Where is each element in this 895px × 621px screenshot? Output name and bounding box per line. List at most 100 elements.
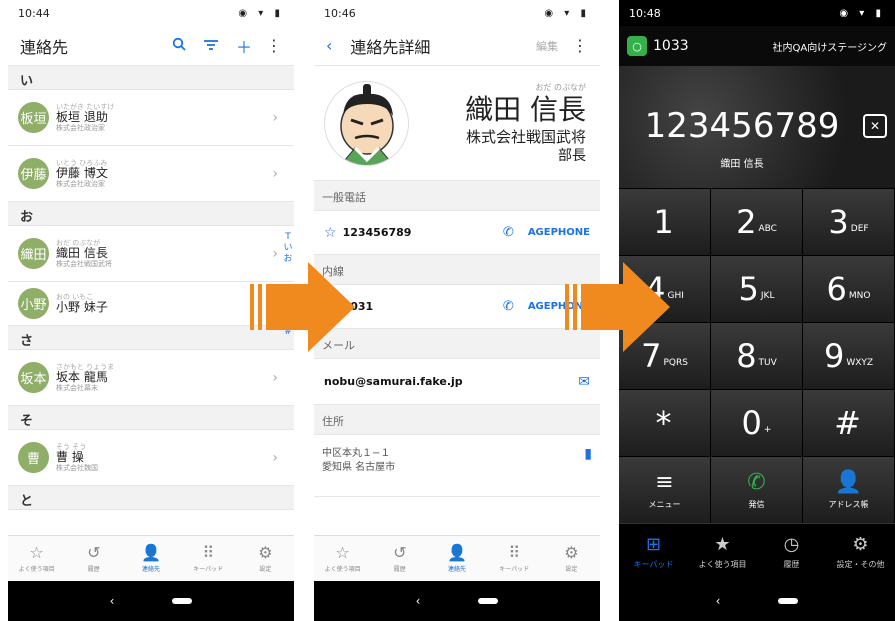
nav-history[interactable]: ↺ 履歴 (65, 536, 122, 581)
nav-settings[interactable]: ⚙ 設定 (543, 536, 600, 581)
key-5[interactable]: 5 JKL (711, 256, 803, 323)
nav-favorites[interactable]: ★ よく使う項目 (688, 524, 757, 581)
star-outline-icon[interactable]: ☆ (324, 225, 337, 241)
person-icon: 👤 (141, 543, 161, 562)
avatar: 小野 (18, 288, 49, 319)
section-header: 一般電話 (314, 181, 600, 211)
key-4[interactable]: 4 GHI (619, 256, 711, 323)
key-7[interactable]: 7 PQRS (619, 323, 711, 390)
edit-button[interactable]: 編集 (536, 38, 558, 54)
search-icon[interactable] (172, 36, 186, 55)
gear-icon: ⚙ (258, 543, 273, 562)
section-header: さ (8, 326, 294, 350)
address-row[interactable]: 中区本丸１−１ 愛知県 名古屋市 ▮ (314, 435, 600, 497)
mail-row[interactable]: nobu@samurai.fake.jp ✉ (314, 359, 600, 405)
avatar: 坂本 (18, 362, 49, 393)
key-hash[interactable]: # (803, 390, 895, 457)
star-icon: ☆ (335, 543, 350, 562)
address-book-icon: 👤 (834, 470, 863, 495)
back-icon[interactable]: ‹ (416, 594, 421, 608)
key-star[interactable]: * (619, 390, 711, 457)
more-icon[interactable]: ⋮ (572, 36, 588, 55)
index-letter[interactable]: T (283, 232, 293, 243)
call-button[interactable]: ✆ 発信 (711, 457, 803, 524)
star-outline-icon[interactable]: ☆ (324, 299, 337, 315)
own-extension: 1033 (653, 38, 689, 54)
menu-icon: ≡ (655, 470, 674, 495)
status-indicator-icon: ○ (627, 36, 647, 56)
contacts-screen: 10:44 ◉ ▾ ▮ 連絡先 ＋ ⋮ い 板垣 いたがき たいすけ 板垣 退助… (8, 0, 294, 621)
key-8[interactable]: 8 TUV (711, 323, 803, 390)
menu-button[interactable]: ≡ メニュー (619, 457, 711, 524)
alphabet-index[interactable]: T い お ふ む # (283, 232, 293, 338)
nav-settings[interactable]: ⚙ 設定・その他 (826, 524, 895, 581)
backspace-icon[interactable]: ✕ (863, 114, 887, 138)
nav-history[interactable]: ↺ 履歴 (371, 536, 428, 581)
index-letter[interactable]: む (283, 316, 293, 327)
key-6[interactable]: 6 MNO (803, 256, 895, 323)
gear-icon: ⚙ (564, 543, 579, 562)
system-nav: ‹ (619, 581, 895, 621)
agephone-link[interactable]: AGEPHONE (528, 227, 590, 238)
home-icon[interactable] (778, 598, 799, 604)
contact-row[interactable]: 曹 そう そう 曹 操 株式会社魏国 › (8, 430, 294, 486)
address-book-button[interactable]: 👤 アドレス帳 (803, 457, 895, 524)
dialer-screen: 10:48 ◉ ▾ ▮ ○ 1033 社内QA向けステージング 12345678… (619, 0, 895, 621)
key-0[interactable]: 0 + (711, 390, 803, 457)
page-title: 連絡先 (20, 37, 69, 57)
contact-row[interactable]: 板垣 いたがき たいすけ 板垣 退助 株式会社政治家 › (8, 90, 294, 146)
phone-row[interactable]: ☆ 123456789 ✆ AGEPHONE (314, 211, 600, 255)
nav-history[interactable]: ◷ 履歴 (757, 524, 826, 581)
nav-keypad[interactable]: ⠿ キーパッド (180, 536, 237, 581)
nav-contacts[interactable]: 👤 連絡先 (122, 536, 179, 581)
more-icon[interactable]: ⋮ (266, 36, 282, 55)
index-letter[interactable]: お (283, 254, 293, 265)
star-icon: ☆ (29, 543, 44, 562)
status-bar: 10:48 ◉ ▾ ▮ (619, 0, 895, 26)
nav-favorites[interactable]: ☆ よく使う項目 (8, 536, 65, 581)
chevron-right-icon: › (272, 449, 278, 466)
home-icon[interactable] (478, 598, 499, 604)
contact-row[interactable]: 坂本 さかもと りょうま 坂本 龍馬 株式会社幕末 › (8, 350, 294, 406)
contact-row[interactable]: 織田 おだ のぶなが 織田 信長 株式会社戦国武将 › (8, 226, 294, 282)
staging-label: 社内QA向けステージング (772, 42, 887, 54)
contact-name: 板垣 退助 (56, 109, 108, 124)
dialer-header: ○ 1033 社内QA向けステージング (619, 26, 895, 66)
phone-number: 123456789 (342, 226, 412, 239)
index-letter[interactable]: # (283, 327, 293, 338)
back-icon[interactable]: ‹ (716, 594, 721, 608)
nav-keypad[interactable]: ⊞ キーパッド (619, 524, 688, 581)
contact-name: 織田 信長 (465, 92, 586, 126)
contact-name: 小野 妹子 (56, 299, 108, 314)
filter-icon[interactable] (203, 36, 218, 55)
agephone-link[interactable]: AGEPHONE (528, 301, 590, 312)
key-3[interactable]: 3 DEF (803, 189, 895, 256)
status-bar: 10:44 ◉ ▾ ▮ (8, 0, 294, 26)
chevron-right-icon: › (272, 165, 278, 182)
home-icon[interactable] (172, 598, 193, 604)
phone-icon[interactable]: ✆ (503, 299, 514, 314)
keypad-icon: ⠿ (202, 543, 215, 562)
status-icons: ◉ ▾ ▮ (839, 7, 885, 19)
nav-contacts[interactable]: 👤 連絡先 (428, 536, 485, 581)
index-letter[interactable]: い (283, 243, 293, 254)
nav-settings[interactable]: ⚙ 設定 (237, 536, 294, 581)
avatar: 板垣 (18, 102, 49, 133)
nav-favorites[interactable]: ☆ よく使う項目 (314, 536, 371, 581)
map-icon[interactable]: ▮ (584, 447, 592, 461)
back-arrow-icon[interactable]: ‹ (326, 36, 332, 55)
back-icon[interactable]: ‹ (110, 594, 115, 608)
contact-row[interactable]: 小野 おの いもこ 小野 妹子 (8, 282, 294, 326)
phone-icon[interactable]: ✆ (503, 225, 514, 240)
mail-icon[interactable]: ✉ (578, 374, 590, 390)
key-2[interactable]: 2 ABC (711, 189, 803, 256)
extension-row[interactable]: ☆ 1031 ✆ AGEPHONE (314, 285, 600, 329)
contact-row[interactable]: 伊藤 いとう ひろふみ 伊藤 博文 株式会社政治家 › (8, 146, 294, 202)
index-letter[interactable]: ふ (283, 305, 293, 316)
key-9[interactable]: 9 WXYZ (803, 323, 895, 390)
contact-detail-screen: 10:46 ◉ ▾ ▮ ‹ 連絡先詳細 編集 ⋮ おだ のぶなが 織田 信長 株… (314, 0, 600, 621)
section-header: メール (314, 329, 600, 359)
nav-keypad[interactable]: ⠿ キーパッド (486, 536, 543, 581)
key-1[interactable]: 1 (619, 189, 711, 256)
add-icon[interactable]: ＋ (236, 34, 252, 58)
